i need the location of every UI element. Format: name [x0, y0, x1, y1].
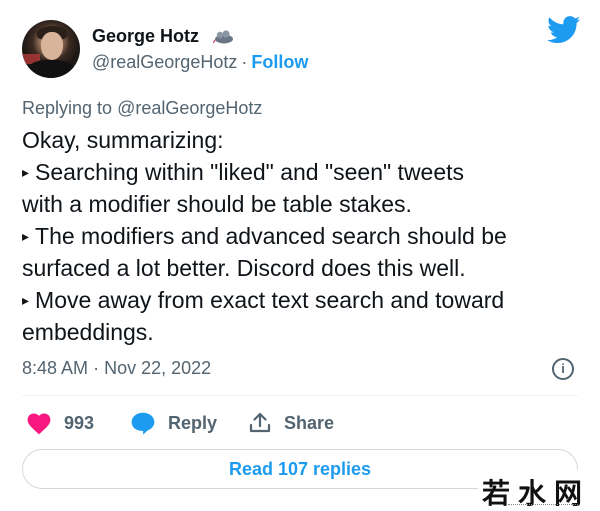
bullet-icon: ▸: [22, 292, 30, 308]
tweet-text-line: surfaced a lot better. Discord does this…: [22, 255, 466, 281]
bullet-icon: ▸: [22, 164, 30, 180]
tweet-text-line: ▸ Searching within "liked" and "seen" twe…: [22, 156, 584, 188]
info-icon[interactable]: i: [552, 358, 574, 380]
reply-bubble-icon: [131, 412, 155, 435]
tweet-date: Nov 22, 2022: [104, 358, 212, 378]
twitter-bird-icon[interactable]: [547, 16, 581, 44]
replying-prefix: Replying to: [22, 98, 113, 118]
tweet-time: 8:48 AM: [22, 358, 89, 378]
follow-button[interactable]: Follow: [251, 52, 308, 72]
heart-icon: [27, 413, 51, 435]
avatar-face: [41, 32, 63, 60]
author-handle-row: @realGeorgeHotz · Follow: [92, 52, 308, 73]
author-handle[interactable]: @realGeorgeHotz: [92, 52, 237, 72]
tweet-text-line: ▸ Move away from exact text search and to…: [22, 284, 584, 316]
share-label: Share: [284, 412, 335, 433]
tweet-text-line: embeddings.: [22, 319, 154, 345]
replying-to-mention[interactable]: @realGeorgeHotz: [117, 98, 262, 118]
tweet-text-line: with a modifier should be table stakes.: [22, 191, 412, 217]
tweet-timestamp[interactable]: 8:48 AM · Nov 22, 2022: [22, 358, 211, 379]
action-bar: 993 Reply Share: [22, 408, 582, 438]
reply-label: Reply: [168, 412, 218, 433]
tweet-text: The modifiers and advanced search should…: [35, 223, 507, 249]
watermark-logo: 若水网: [478, 470, 600, 511]
separator-dot: ·: [93, 358, 100, 378]
tweet-text: Move away from exact text search and tow…: [35, 287, 505, 313]
share-upload-icon: [249, 412, 271, 433]
bullet-icon: ▸: [22, 228, 30, 244]
like-button[interactable]: 993: [26, 408, 94, 438]
watermark-underline: [508, 504, 578, 508]
replying-to-line: Replying to @realGeorgeHotz: [22, 98, 262, 119]
divider: [22, 395, 578, 396]
reply-button[interactable]: Reply: [130, 408, 217, 438]
tweet-body: Okay, summarizing: ▸ Searching within "li…: [22, 124, 584, 348]
author-avatar[interactable]: [22, 20, 80, 78]
like-count: 993: [64, 412, 95, 433]
author-name[interactable]: George Hotz: [92, 26, 199, 47]
tweet-card: George Hotz @realGeorgeHotz · Follow Reply…: [0, 0, 600, 511]
tweet-text-line: ▸ The modifiers and advanced search shoul…: [22, 220, 584, 252]
tweet-text: Searching within "liked" and "seen" twee…: [35, 159, 465, 185]
share-button[interactable]: Share: [248, 408, 334, 438]
avatar-shirt: [28, 60, 74, 78]
separator-dot: ·: [241, 52, 248, 72]
cloud-rat-emoji-icon: [213, 30, 233, 44]
tweet-text-line: Okay, summarizing:: [22, 127, 224, 153]
